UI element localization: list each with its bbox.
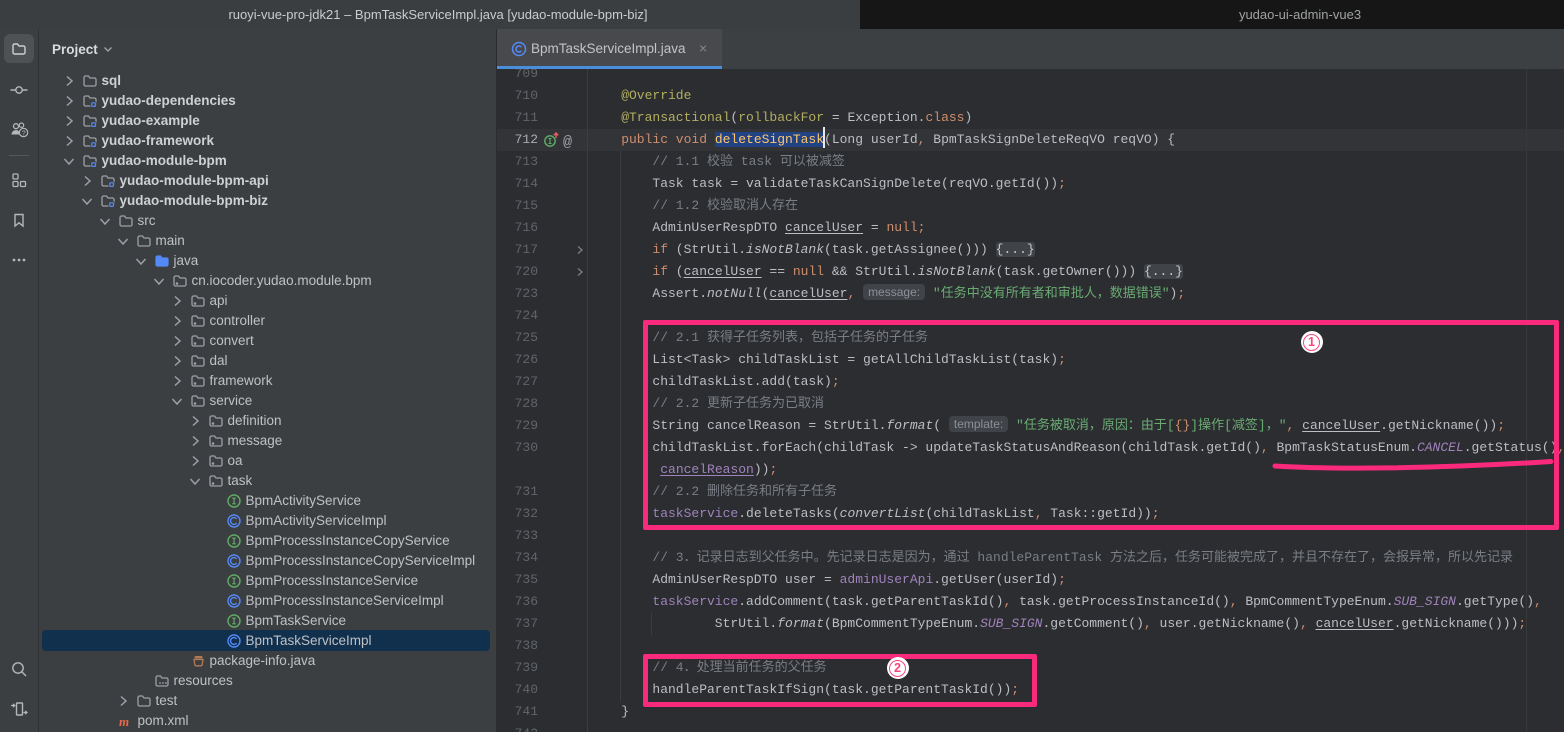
svg-text:m: m — [119, 714, 129, 729]
svg-text:?: ? — [22, 131, 26, 138]
svg-text:@: @ — [563, 134, 572, 151]
